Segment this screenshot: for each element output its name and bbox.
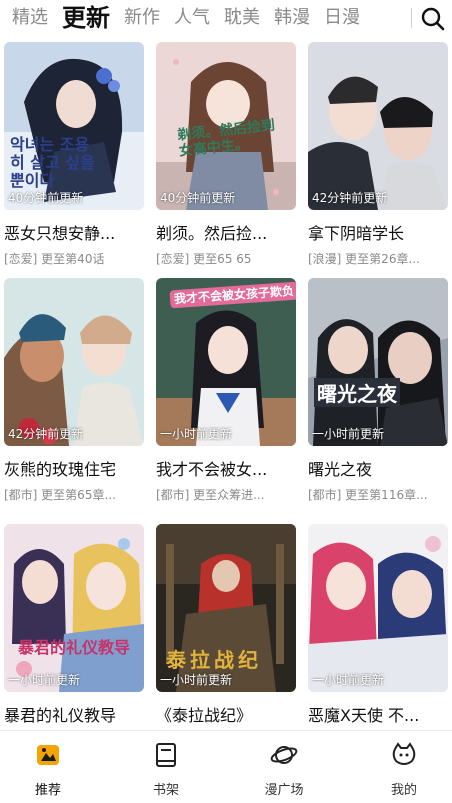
nav-plaza[interactable]: 漫广场 [244,741,324,798]
tab-updates[interactable]: 更新 [62,0,110,36]
tab-japanese[interactable]: 日漫 [324,0,360,36]
comic-card[interactable]: 42分钟前更新 拿下阴暗学长 [浪漫] 更至第26章... [308,42,448,267]
nav-label: 推荐 [34,783,61,798]
comic-title: 我才不会被女... [156,460,268,479]
comic-card[interactable]: 42分钟前更新 灰熊的玫瑰住宅 [都市] 更至第65章... [4,278,144,503]
comic-cover[interactable]: 一小时前更新 [308,524,448,692]
planet-icon [270,746,298,764]
comic-cover[interactable]: 42分钟前更新 [308,42,448,210]
comic-card[interactable]: 一小时前更新 恶魔X天使 不... [308,524,448,726]
comic-meta: [都市] 更至众筹进... [156,488,265,502]
comic-cover[interactable]: 악녀는 조용히 살고 싶을 뿐이다 40分钟前更新 [4,42,144,210]
update-time: 40分钟前更新 [8,191,84,205]
comic-title: 剃须。然后捡... [156,224,268,243]
nav-recommend[interactable]: 推荐 [8,741,88,798]
update-time: 一小时前更新 [8,673,81,687]
comic-cover[interactable]: 泰拉战纪 一小时前更新 [156,524,296,692]
comic-title: 拿下阴暗学长 [308,224,405,243]
search-icon[interactable] [420,6,446,32]
comic-title: 恶女只想安静... [4,224,116,243]
cover-title-art: 曙光之夜 [314,378,400,407]
bookshelf-icon [156,743,176,767]
tab-popular[interactable]: 人气 [174,0,210,36]
category-tabs: 精选 更新 新作 人气 耽美 韩漫 日漫 [12,0,360,36]
update-time: 42分钟前更新 [8,427,84,441]
update-time: 一小时前更新 [160,673,233,687]
top-tab-bar: 精选 更新 新作 人气 耽美 韩漫 日漫 [0,0,452,36]
comic-title: 恶魔X天使 不... [308,706,420,725]
update-time: 一小时前更新 [312,673,385,687]
comic-card[interactable]: 剃须。然后捡到女高中生。 40分钟前更新 剃须。然后捡... [恋爱] 更至65… [156,42,296,267]
comic-title: 曙光之夜 [308,460,373,479]
update-time: 一小时前更新 [312,427,385,441]
profile-icon [392,742,416,765]
cover-title-art: 暴君的礼仪教导 [18,638,131,657]
comic-card[interactable]: 暴君的礼仪教导 一小时前更新 暴君的礼仪教导 [4,524,144,726]
comic-title: 暴君的礼仪教导 [4,706,117,725]
tab-divider [411,8,412,28]
comic-meta: [恋爱] 更至第40话 [4,252,105,266]
comic-cover[interactable]: 曙光之夜 一小时前更新 [308,278,448,446]
nav-bookshelf[interactable]: 书架 [126,741,206,798]
update-time: 40分钟前更新 [160,191,236,205]
comic-card[interactable]: 我才不会被女孩子欺负 一小时前更新 我才不会被女... [都市] 更至众筹进..… [156,278,296,503]
comic-meta: [都市] 更至第65章... [4,488,116,502]
comic-cover[interactable]: 42分钟前更新 [4,278,144,446]
nav-label: 漫广场 [264,783,304,798]
nav-label: 我的 [390,783,417,798]
cover-title-art: 泰拉战纪 [166,648,262,672]
comic-card[interactable]: 악녀는 조용히 살고 싶을 뿐이다 40分钟前更新 恶女只想安静... [恋爱]… [4,42,144,267]
tab-new[interactable]: 新作 [124,0,160,36]
update-time: 一小时前更新 [160,427,233,441]
tab-featured[interactable]: 精选 [12,0,48,36]
update-time: 42分钟前更新 [312,191,388,205]
recommend-icon [37,745,59,765]
comic-cover[interactable]: 我才不会被女孩子欺负 一小时前更新 [156,278,296,446]
comic-meta: [浪漫] 更至第26章... [308,252,420,266]
comic-title: 《泰拉战纪》 [156,706,253,725]
comic-card[interactable]: 曙光之夜 一小时前更新 曙光之夜 [都市] 更至第116章... [308,278,448,503]
comic-meta: [恋爱] 更至65 65 [156,252,252,266]
comic-cover[interactable]: 暴君的礼仪教导 一小时前更新 [4,524,144,692]
comic-cover[interactable]: 剃须。然后捡到女高中生。 40分钟前更新 [156,42,296,210]
bottom-navigation: 推荐 书架 漫广场 我的 [0,730,452,803]
comic-title: 灰熊的玫瑰住宅 [4,460,117,479]
tab-bl[interactable]: 耽美 [224,0,260,36]
nav-label: 书架 [152,783,179,798]
tab-korean[interactable]: 韩漫 [274,0,310,36]
comic-card[interactable]: 泰拉战纪 一小时前更新 《泰拉战纪》 [156,524,296,726]
comic-meta: [都市] 更至第116章... [308,488,428,502]
nav-profile[interactable]: 我的 [364,741,444,798]
cover-title-art: 악녀는 조용히 살고 싶을 뿐이다 [10,135,95,190]
